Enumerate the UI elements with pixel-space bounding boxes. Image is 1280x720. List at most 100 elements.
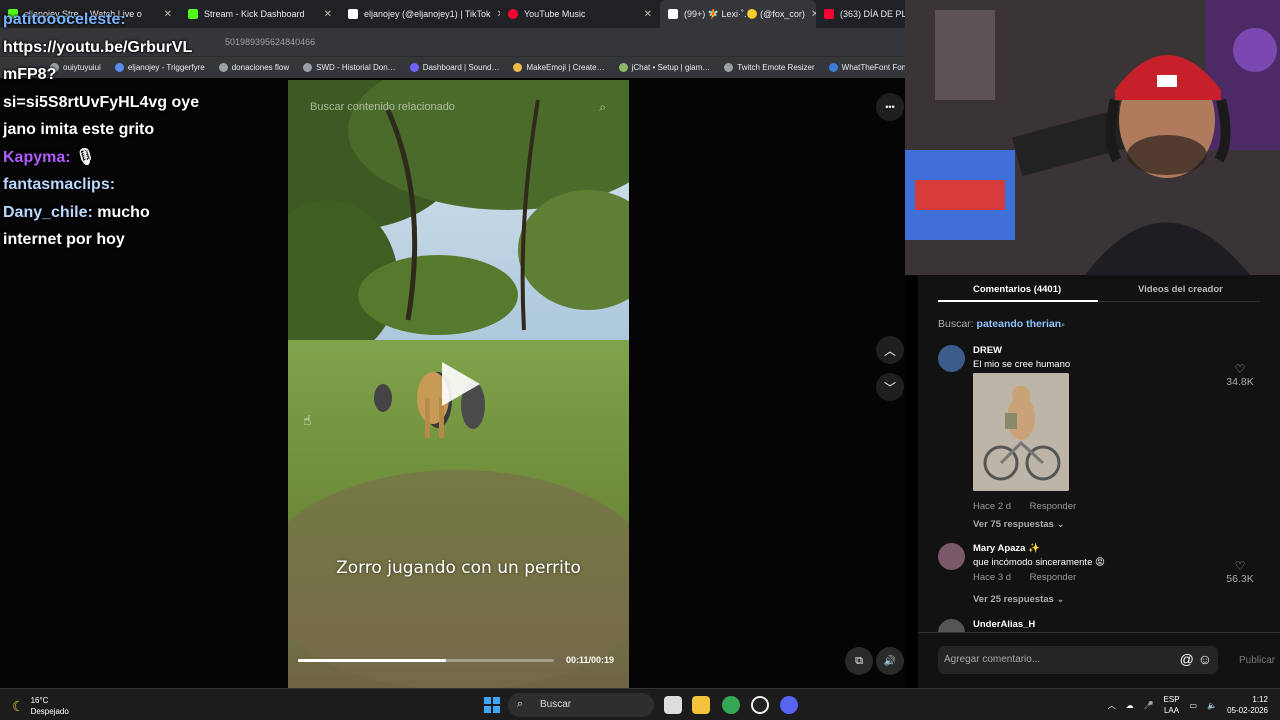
- comment-item: DREW El mio se cree humano Hace 2 d Resp…: [938, 345, 1260, 535]
- windows-start-icon[interactable]: [484, 697, 500, 713]
- video-progress-bar[interactable]: [298, 659, 554, 662]
- chat-message-line: Kapyma: 🎙: [3, 144, 243, 172]
- chat-text: https://youtu.be/GrburVL: [3, 38, 193, 56]
- close-icon[interactable]: ✕: [805, 9, 816, 20]
- bookmark-item[interactable]: WhatTheFont Font I…: [828, 63, 905, 72]
- chat-text: si=si5S8rtUvFyHL4vg oye: [3, 93, 200, 111]
- bookmark-icon: [828, 63, 838, 72]
- youtube-icon: [824, 9, 834, 19]
- comment-author[interactable]: Mary Apaza ✨: [973, 543, 1040, 554]
- play-icon[interactable]: [442, 362, 480, 406]
- video-time: 00:11/00:19: [566, 655, 615, 665]
- avatar[interactable]: [938, 345, 965, 372]
- more-options-button[interactable]: •••: [876, 93, 904, 121]
- temperature: 16°C: [30, 696, 49, 705]
- weather-condition: Despejado: [30, 707, 69, 716]
- tiktok-icon: [668, 9, 678, 19]
- comment-sticker-image: [973, 373, 1069, 491]
- bookmark-item[interactable]: SWD - Historial Don…: [303, 63, 396, 72]
- chat-username: patitoooceleste:: [3, 11, 126, 28]
- search-icon: ⌕: [517, 698, 524, 710]
- publish-button[interactable]: Publicar: [1239, 655, 1275, 666]
- chevron-down-icon: ﹀: [883, 380, 896, 395]
- next-video-button[interactable]: ﹀: [876, 373, 904, 401]
- active-tab-indicator: [938, 300, 1098, 302]
- view-replies-button[interactable]: Ver 75 respuestas ⌄: [973, 519, 1064, 530]
- bookmark-item[interactable]: MakeEmoji | Create…: [513, 63, 605, 72]
- cloud-icon[interactable]: ☁: [1126, 701, 1134, 710]
- divider: [918, 632, 1280, 633]
- bookmark-item[interactable]: Twitch Emote Resizer: [724, 63, 815, 72]
- close-icon[interactable]: ✕: [318, 9, 332, 20]
- tab-youtube[interactable]: (363) DÍA DE PLAY: [816, 0, 905, 28]
- chat-message-line: mFP8?: [3, 61, 243, 89]
- chevron-down-icon: ⌄: [1056, 594, 1065, 605]
- avatar[interactable]: [938, 619, 965, 632]
- close-icon[interactable]: ✕: [638, 9, 652, 20]
- comment-author[interactable]: UnderAlias_H: [973, 619, 1035, 630]
- globe-icon: [303, 63, 313, 72]
- search-suggestion[interactable]: Buscar: pateando therian⌕: [938, 318, 1065, 330]
- network-icon[interactable]: ▭: [1190, 701, 1198, 710]
- video-caption: Zorro jugando con un perrito: [336, 558, 581, 578]
- weather-widget[interactable]: ☾ 16°C Despejado: [12, 695, 69, 717]
- tab-tiktok-profile[interactable]: eljanojey (@eljanojey1) | TikTok ✕: [340, 0, 500, 28]
- moon-icon: ☾: [12, 697, 25, 714]
- comments-tabs: Comentarios (4401) Videos del creador: [938, 275, 1260, 302]
- search-icon[interactable]: ⌕: [599, 100, 606, 115]
- comment-input[interactable]: Agregar comentario... @ ☺: [938, 646, 1218, 674]
- reply-button[interactable]: Responder: [1030, 572, 1076, 583]
- tab-tiktok-video[interactable]: (99+) 🧚 Lexi·˚.🟡 (@fox_cor) ✕: [660, 0, 816, 28]
- chat-text: jano imita este grito: [3, 121, 155, 138]
- youtube-music-icon: [508, 9, 518, 19]
- clock[interactable]: 1:12 05-02-2026: [1227, 694, 1268, 716]
- comment-text: El mio se cree humano: [973, 359, 1071, 370]
- comment-item: Mary Apaza ✨ que incómodo sinceramente 😡…: [938, 543, 1260, 613]
- bookmark-item[interactable]: Dashboard | Sound…: [409, 63, 499, 72]
- volume-icon: 🔊: [883, 655, 897, 667]
- tiktok-icon: [348, 9, 358, 19]
- bookmark-icon: [409, 63, 419, 72]
- comment-text: que incómodo sinceramente 😡: [973, 557, 1105, 568]
- tab-youtube-music[interactable]: YouTube Music ✕: [500, 0, 660, 28]
- tab-comments[interactable]: Comentarios (4401): [973, 284, 1061, 295]
- previous-video-button[interactable]: ︿: [876, 336, 904, 364]
- globe-icon: [724, 63, 734, 72]
- related-search-input[interactable]: Buscar contenido relacionado ⌕: [298, 96, 618, 120]
- comment-time: Hace 3 d: [973, 572, 1012, 583]
- tab-creator-videos[interactable]: Videos del creador: [1138, 284, 1223, 295]
- stream-chat-overlay: patitoooceleste: https://youtu.be/GrburV…: [3, 6, 243, 254]
- reply-button[interactable]: Responder: [1030, 501, 1076, 512]
- search-term-link[interactable]: pateando therian: [977, 318, 1062, 330]
- search-placeholder: Buscar contenido relacionado: [310, 101, 455, 113]
- volume-button[interactable]: 🔊: [876, 647, 904, 675]
- close-icon[interactable]: ✕: [491, 9, 500, 20]
- task-view-icon[interactable]: [664, 696, 682, 714]
- chrome-icon[interactable]: [722, 696, 740, 714]
- speaker-icon[interactable]: 🔈: [1207, 701, 1217, 710]
- pip-button[interactable]: ⧉: [845, 647, 873, 675]
- webcam-image: [905, 0, 1280, 275]
- language-indicator[interactable]: ESP LAA: [1164, 694, 1180, 716]
- tab-title: eljanojey (@eljanojey1) | TikTok: [364, 9, 491, 19]
- taskbar-search[interactable]: ⌕ Buscar: [508, 693, 654, 717]
- comment-author[interactable]: DREW: [973, 345, 1002, 356]
- windows-taskbar: ☾ 16°C Despejado ⌕ Buscar ︿ ☁ 🎤 ESP LAA …: [0, 688, 1280, 720]
- chat-message-line: jano imita este grito: [3, 116, 243, 144]
- comment-placeholder: Agregar comentario...: [944, 654, 1041, 665]
- like-button[interactable]: ♡ 34.8K: [1220, 362, 1260, 388]
- avatar[interactable]: [938, 543, 965, 570]
- microphone-icon[interactable]: 🎤: [1144, 701, 1154, 710]
- chat-message-line: Dany_chile: mucho: [3, 199, 243, 227]
- mention-emoji-icons[interactable]: @ ☺: [1180, 651, 1212, 667]
- like-button[interactable]: ♡ 56.3K: [1220, 559, 1260, 585]
- tab-title: (99+) 🧚 Lexi·˚.🟡 (@fox_cor): [684, 8, 805, 19]
- discord-icon[interactable]: [780, 696, 798, 714]
- app-icon[interactable]: [751, 696, 769, 714]
- bookmark-item[interactable]: jChat • Setup | giam…: [618, 63, 710, 72]
- chevron-up-icon: ︿: [883, 343, 896, 358]
- chevron-up-icon[interactable]: ︿: [1108, 700, 1116, 711]
- view-replies-button[interactable]: Ver 25 respuestas ⌄: [973, 594, 1064, 605]
- bookmark-icon: [513, 63, 523, 72]
- file-explorer-icon[interactable]: [692, 696, 710, 714]
